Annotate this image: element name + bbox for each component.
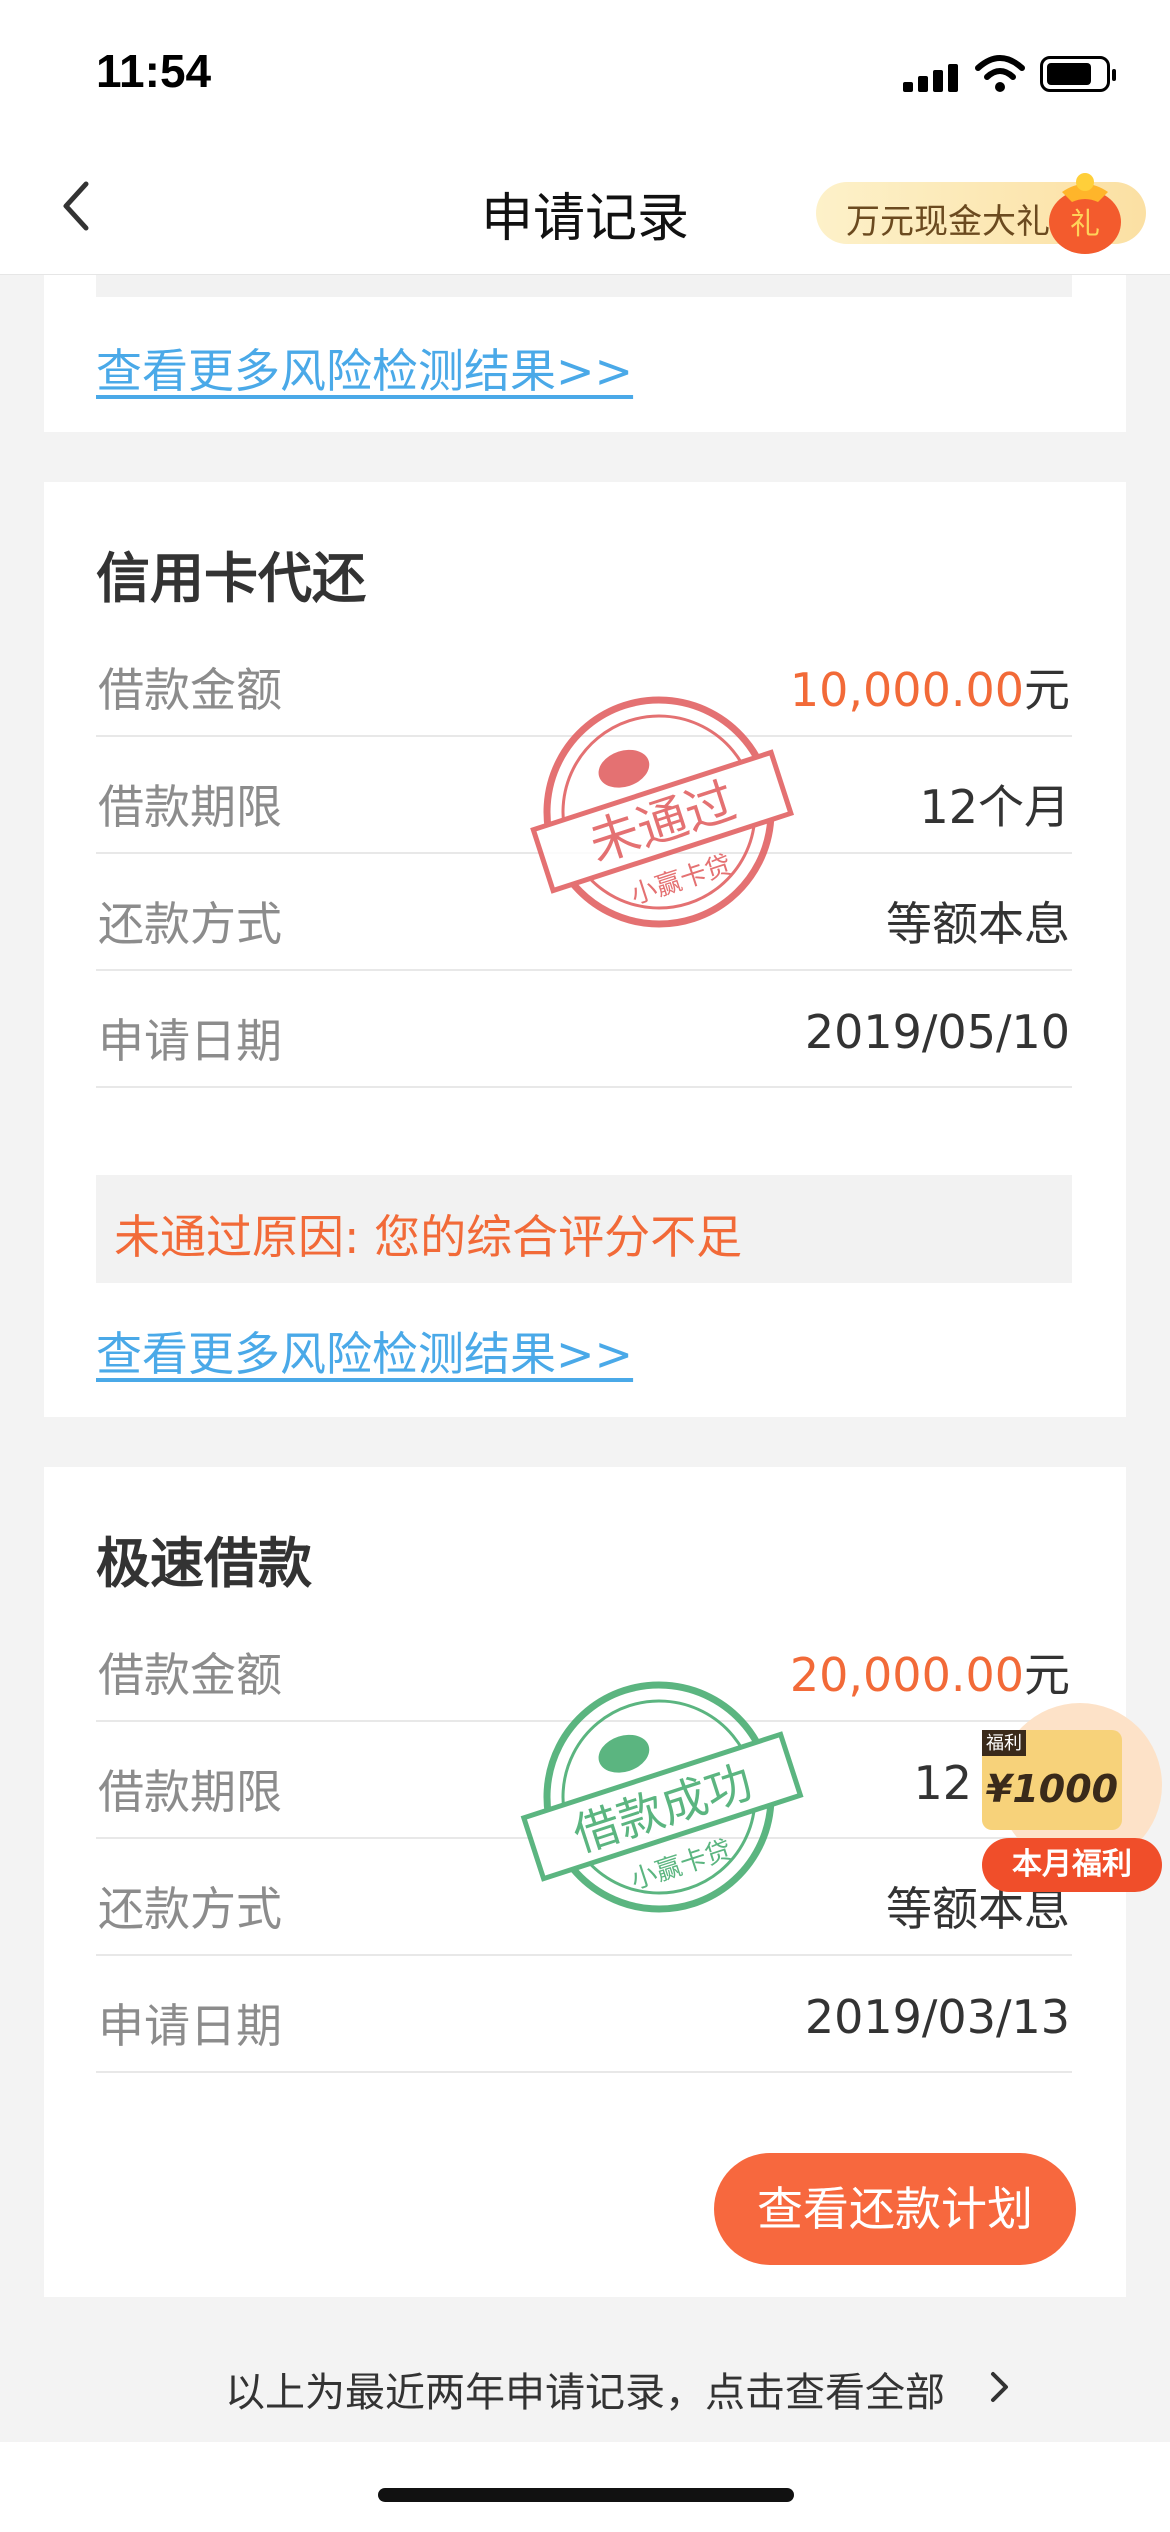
more-risk-link[interactable]: 查看更多风险检测结果>> <box>96 335 633 401</box>
approved-stamp: 借款成功 小赢卡贷 <box>520 1681 804 1913</box>
row-value: 等额本息 <box>886 897 1070 951</box>
welfare-amount: ¥1000 <box>986 1767 1118 1811</box>
more-risk-link[interactable]: 查看更多风险检测结果>> <box>96 1318 633 1384</box>
reason-box-partial <box>96 275 1072 297</box>
row-value: 2019/03/13 <box>804 1990 1070 2044</box>
row-label: 还款方式 <box>98 897 282 951</box>
home-indicator-area <box>0 2442 1170 2532</box>
row-value: 12个月 <box>919 780 1070 834</box>
record-card-fast-loan: 极速借款 借款金额 20,000.00元 借款期限 12 还款方式 等额本息 申… <box>44 1467 1126 2297</box>
row-label: 借款金额 <box>98 1648 282 1702</box>
status-bar: 11:54 <box>0 0 1170 140</box>
reject-reason-box: 未通过原因: 您的综合评分不足 <box>96 1175 1072 1283</box>
chevron-right-icon <box>991 2372 1008 2402</box>
row-apply-date: 申请日期 2019/03/13 <box>96 1956 1072 2073</box>
home-indicator[interactable] <box>378 2488 794 2502</box>
gift-bag-glyph: 礼 <box>1070 207 1100 242</box>
amount-unit: 元 <box>1024 1648 1070 1702</box>
row-label: 借款期限 <box>98 1765 282 1819</box>
reject-reason-text: 未通过原因: 您的综合评分不足 <box>114 1210 743 1264</box>
card-title: 极速借款 <box>96 1532 312 1595</box>
row-label: 借款金额 <box>98 663 282 717</box>
amount-unit: 元 <box>1024 663 1070 717</box>
row-value: 12 <box>913 1756 972 1810</box>
amount-number: 10,000.00 <box>789 663 1024 717</box>
view-repay-plan-button[interactable]: 查看还款计划 <box>714 2153 1076 2265</box>
row-value: 10,000.00元 <box>790 654 1070 720</box>
gift-bag-icon[interactable]: 礼 <box>1040 162 1130 258</box>
record-card-partial: 查看更多风险检测结果>> <box>44 275 1126 432</box>
record-card-credit-repay: 信用卡代还 借款金额 10,000.00元 借款期限 12个月 还款方式 等额本… <box>44 482 1126 1417</box>
welfare-label: 本月福利 <box>1012 1847 1132 1882</box>
wifi-icon <box>975 55 1025 92</box>
row-value: 20,000.00元 <box>790 1639 1070 1705</box>
status-time: 11:54 <box>96 45 212 97</box>
promo-label: 万元现金大礼 <box>846 202 1050 242</box>
monthly-welfare-widget[interactable]: 福利 ¥1000 本月福利 <box>970 1700 1170 1920</box>
row-label: 还款方式 <box>98 1882 282 1936</box>
row-label: 申请日期 <box>98 1999 282 2053</box>
view-all-footer[interactable]: 以上为最近两年申请记录，点击查看全部 <box>0 2330 1170 2442</box>
rejected-stamp: 未通过 小赢卡贷 <box>530 696 795 928</box>
card-title: 信用卡代还 <box>96 547 366 610</box>
nav-bar: 申请记录 万元现金大礼 礼 <box>0 140 1170 275</box>
row-value: 2019/05/10 <box>804 1005 1070 1059</box>
row-label: 借款期限 <box>98 780 282 834</box>
battery-icon <box>1040 56 1116 92</box>
row-label: 申请日期 <box>98 1014 282 1068</box>
amount-number: 20,000.00 <box>789 1648 1024 1702</box>
row-apply-date: 申请日期 2019/05/10 <box>96 971 1072 1088</box>
cellular-signal-icon <box>903 62 959 92</box>
welfare-tag: 福利 <box>986 1733 1022 1754</box>
